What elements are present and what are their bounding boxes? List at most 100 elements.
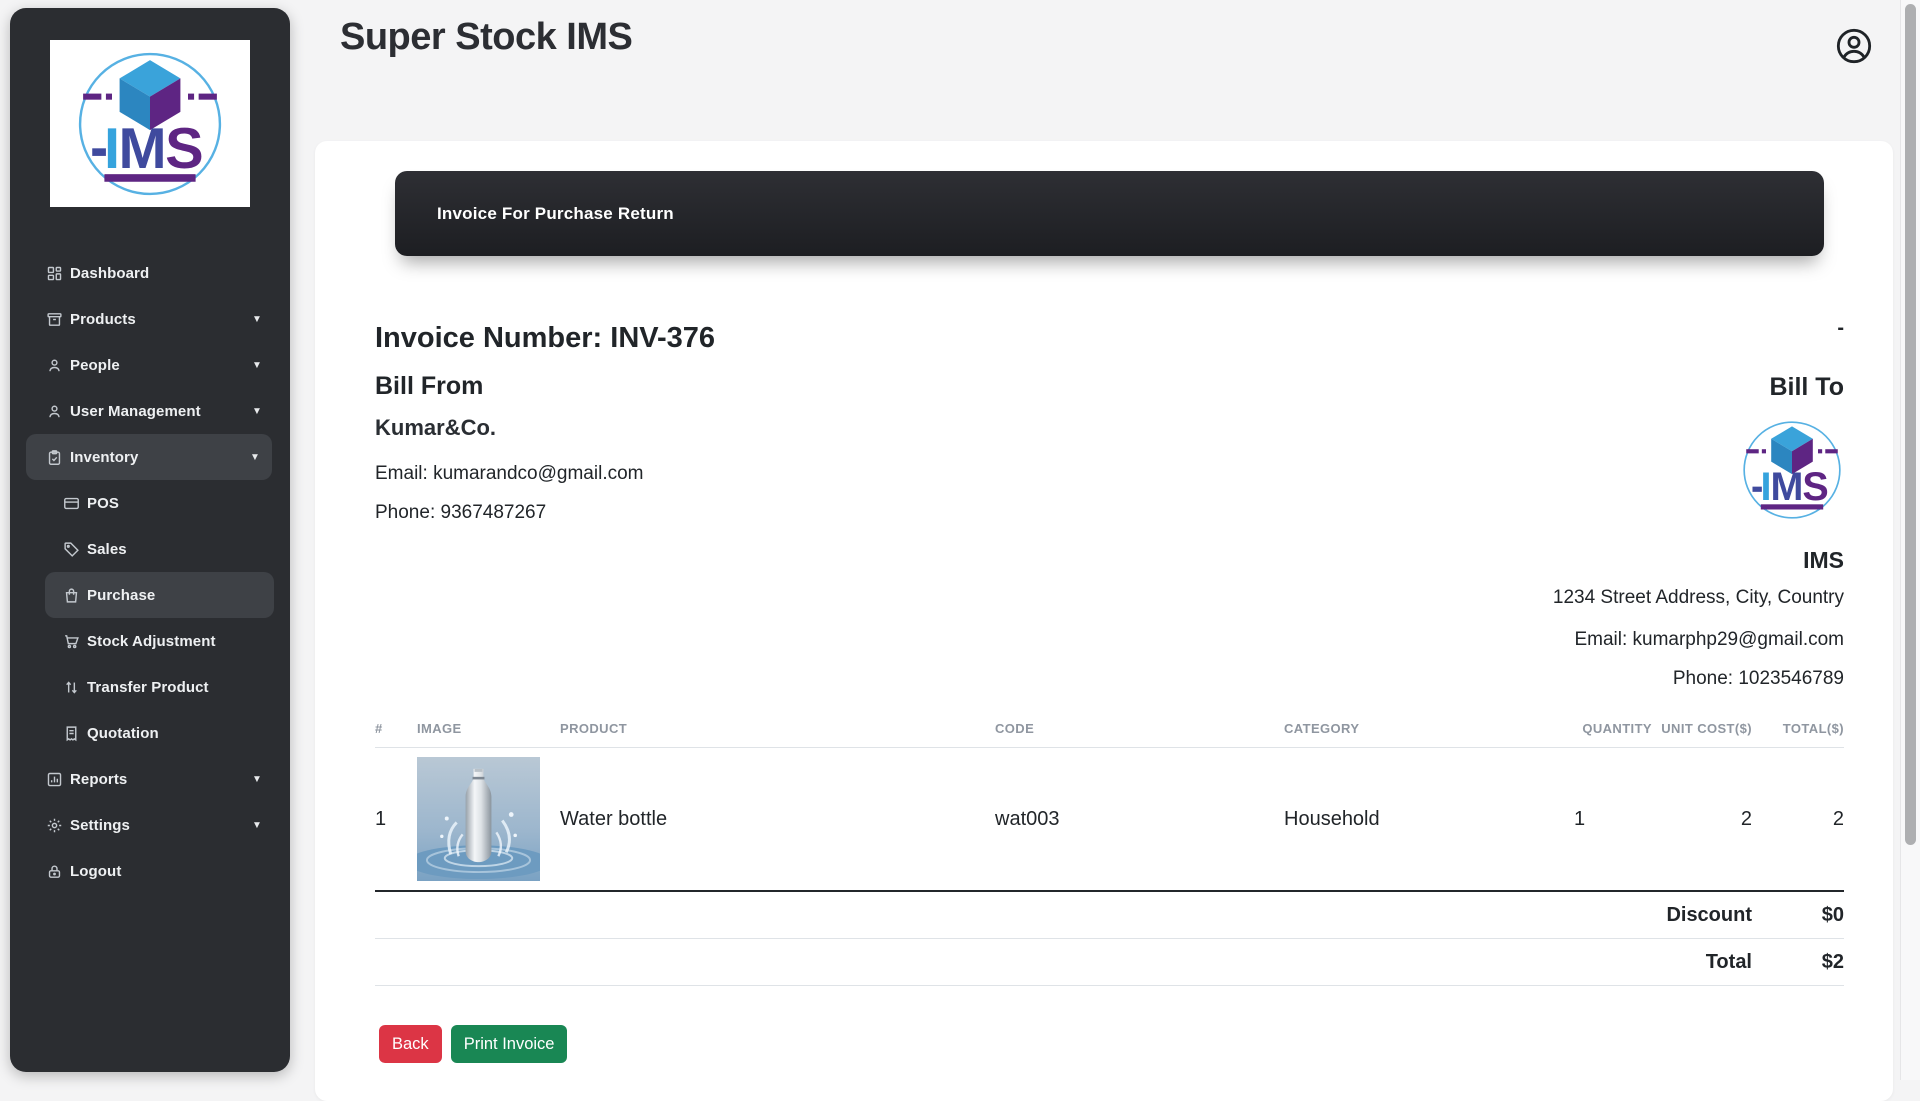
column-header-product: PRODUCT <box>560 721 995 748</box>
sidebar-item-label: Products <box>70 310 136 328</box>
bill-from-section: Invoice Number: INV-376 Bill From Kumar&… <box>375 321 715 539</box>
purchase-icon <box>63 587 80 604</box>
sidebar-item-label: Stock Adjustment <box>87 632 216 650</box>
discount-row: Discount $0 <box>375 891 1844 939</box>
total-value: $2 <box>1752 938 1844 986</box>
discount-label: Discount <box>375 891 1752 939</box>
user-management-icon <box>46 403 63 420</box>
invoice-items-table: # IMAGE PRODUCT CODE CATEGORY QUANTITY U… <box>375 721 1844 986</box>
sidebar: Dashboard Products ▼ People ▼ User Manag… <box>10 8 290 1072</box>
back-button[interactable]: Back <box>379 1025 442 1063</box>
sidebar-item-label: User Management <box>70 402 201 420</box>
chevron-down-icon: ▼ <box>252 773 262 785</box>
print-invoice-button[interactable]: Print Invoice <box>450 1025 568 1063</box>
user-account-icon[interactable] <box>1834 26 1874 66</box>
sales-icon <box>63 541 80 558</box>
pos-icon <box>63 495 80 512</box>
inventory-icon <box>46 449 63 466</box>
invoice-card: Invoice For Purchase Return Invoice Numb… <box>315 141 1893 1101</box>
scrollbar-track[interactable] <box>1900 0 1920 1080</box>
bill-to-logo-icon <box>1743 421 1841 519</box>
column-header-category: CATEGORY <box>1284 721 1574 748</box>
transfer-product-icon <box>63 679 80 696</box>
sidebar-item-label: Transfer Product <box>87 678 209 696</box>
sidebar-item-inventory[interactable]: Inventory ▼ <box>26 434 272 480</box>
people-icon <box>46 357 63 374</box>
sidebar-item-label: Dashboard <box>70 264 150 282</box>
sidebar-item-label: Inventory <box>70 448 139 466</box>
settings-icon <box>46 817 63 834</box>
sidebar-item-label: Reports <box>70 770 128 788</box>
column-header-index: # <box>375 721 417 748</box>
sidebar-item-stock-adjustment[interactable]: Stock Adjustment <box>10 618 290 664</box>
bill-from-heading: Bill From <box>375 372 484 400</box>
product-image <box>417 757 540 881</box>
chevron-down-icon: ▼ <box>252 819 262 831</box>
logout-icon <box>46 863 63 880</box>
bill-to-heading: Bill To <box>1769 373 1844 401</box>
row-category: Household <box>1284 747 1574 892</box>
sidebar-item-label: Sales <box>87 540 127 558</box>
sidebar-logo <box>50 40 250 207</box>
banner-title: Invoice For Purchase Return <box>437 203 674 223</box>
bill-to-section: Bill To IMS 1234 Street Address, City, C… <box>1553 370 1844 692</box>
bill-to-phone: Phone: 1023546789 <box>1672 668 1844 689</box>
sidebar-item-pos[interactable]: POS <box>10 480 290 526</box>
row-product: Water bottle <box>560 747 995 892</box>
table-header-row: # IMAGE PRODUCT CODE CATEGORY QUANTITY U… <box>375 721 1844 748</box>
action-buttons: Back Print Invoice <box>379 1025 568 1063</box>
stock-adjustment-icon <box>63 633 80 650</box>
column-header-code: CODE <box>995 721 1284 748</box>
sidebar-item-label: Purchase <box>87 586 156 604</box>
sidebar-nav: Dashboard Products ▼ People ▼ User Manag… <box>10 250 290 894</box>
sidebar-item-quotation[interactable]: Quotation <box>10 710 290 756</box>
quotation-icon <box>63 725 80 742</box>
bill-from-company: Kumar&Co. <box>375 415 497 440</box>
column-header-total: TOTAL($) <box>1752 721 1844 748</box>
page-title: Super Stock IMS <box>340 16 633 58</box>
sidebar-item-settings[interactable]: Settings ▼ <box>10 802 290 848</box>
bill-to-email: Email: kumarphp29@gmail.com <box>1574 629 1844 650</box>
invoice-number: Invoice Number: INV-376 <box>375 322 716 354</box>
column-header-quantity: QUANTITY <box>1574 721 1652 748</box>
sidebar-item-dashboard[interactable]: Dashboard <box>10 250 290 296</box>
total-row: Total $2 <box>375 938 1844 986</box>
sidebar-item-reports[interactable]: Reports ▼ <box>10 756 290 802</box>
chevron-down-icon: ▼ <box>250 451 260 463</box>
chevron-down-icon: ▼ <box>252 405 262 417</box>
sidebar-item-people[interactable]: People ▼ <box>10 342 290 388</box>
sidebar-item-label: POS <box>87 494 119 512</box>
chevron-down-icon: ▼ <box>252 359 262 371</box>
dashboard-icon <box>46 265 63 282</box>
column-header-image: IMAGE <box>417 721 560 748</box>
sidebar-item-products[interactable]: Products ▼ <box>10 296 290 342</box>
row-index: 1 <box>375 747 417 892</box>
bill-from-email: Email: kumarandco@gmail.com <box>375 463 644 484</box>
sidebar-item-label: Quotation <box>87 724 159 742</box>
sidebar-item-transfer-product[interactable]: Transfer Product <box>10 664 290 710</box>
ims-logo-icon <box>78 52 222 195</box>
table-row: 1 Water bottle wat003 Household 1 2 2 <box>375 747 1844 892</box>
sidebar-item-logout[interactable]: Logout <box>10 848 290 894</box>
chevron-down-icon: ▼ <box>252 313 262 325</box>
row-unit-cost: 2 <box>1652 747 1752 892</box>
bill-from-phone: Phone: 9367487267 <box>375 502 547 523</box>
dash-placeholder: - <box>1837 317 1844 339</box>
sidebar-item-sales[interactable]: Sales <box>10 526 290 572</box>
bill-to-address: 1234 Street Address, City, Country <box>1552 587 1844 608</box>
sidebar-item-purchase[interactable]: Purchase <box>45 572 274 618</box>
reports-icon <box>46 771 63 788</box>
products-icon <box>46 311 63 328</box>
sidebar-item-label: Logout <box>70 862 122 880</box>
sidebar-item-user-management[interactable]: User Management ▼ <box>10 388 290 434</box>
scrollbar-thumb[interactable] <box>1905 4 1916 845</box>
discount-value: $0 <box>1752 891 1844 939</box>
row-quantity: 1 <box>1574 747 1652 892</box>
bill-to-company: IMS <box>1803 547 1844 573</box>
column-header-unit-cost: UNIT COST($) <box>1652 721 1752 748</box>
row-total: 2 <box>1752 747 1844 892</box>
invoice-banner: Invoice For Purchase Return <box>395 171 1824 256</box>
sidebar-item-label: Settings <box>70 816 130 834</box>
total-label: Total <box>375 938 1752 986</box>
sidebar-item-label: People <box>70 356 120 374</box>
